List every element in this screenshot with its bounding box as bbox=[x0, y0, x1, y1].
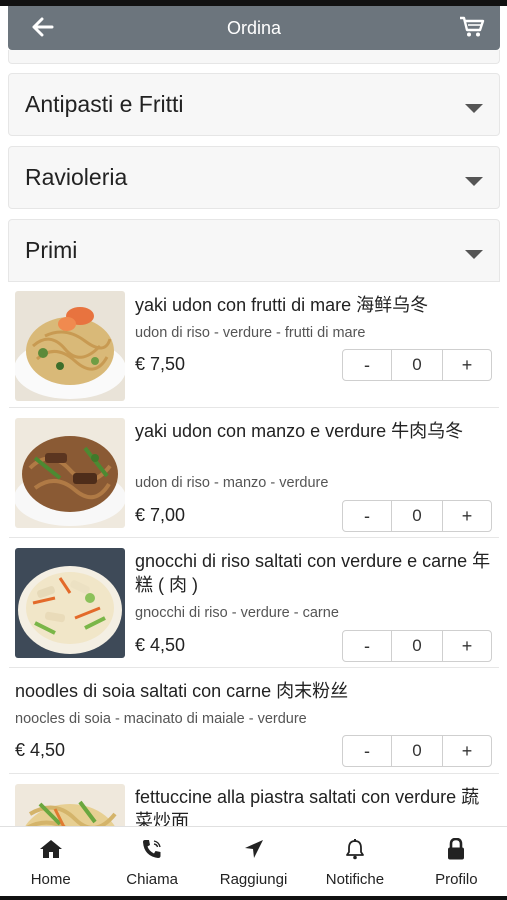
bell-icon bbox=[343, 837, 367, 861]
nav-label: Profilo bbox=[435, 871, 478, 888]
nav-label: Home bbox=[30, 871, 71, 888]
chevron-down-icon bbox=[465, 250, 483, 259]
dish-description: udon di riso - manzo - verdure bbox=[135, 475, 329, 491]
increase-button[interactable]: + bbox=[443, 350, 491, 380]
menu-content: Antipasti e Fritti Ravioleria Primi yaki… bbox=[0, 50, 507, 826]
decrease-button[interactable]: - bbox=[343, 736, 391, 766]
dish-description: gnocchi di riso - verdure - carne bbox=[135, 605, 339, 621]
dish-name: yaki udon con manzo e verdure 牛肉乌冬 bbox=[135, 421, 464, 441]
chevron-down-icon bbox=[465, 104, 483, 113]
category-antipasti[interactable]: Antipasti e Fritti bbox=[8, 73, 500, 136]
nav-label: Raggiungi bbox=[219, 871, 288, 888]
chevron-down-icon bbox=[465, 177, 483, 186]
category-panel-previous bbox=[8, 50, 500, 64]
location-arrow-icon bbox=[242, 837, 266, 861]
nav-notifiche[interactable]: Notifiche bbox=[304, 827, 405, 896]
quantity-value: 0 bbox=[391, 736, 443, 766]
increase-button[interactable]: + bbox=[443, 631, 491, 661]
nav-home[interactable]: Home bbox=[0, 827, 101, 896]
bottom-navigation: Home Chiama Raggiungi Notifiche Profilo bbox=[0, 826, 507, 896]
dish-image bbox=[15, 548, 125, 658]
dish-price: € 4,50 bbox=[15, 740, 66, 760]
dish-description: udon di riso - verdure - frutti di mare bbox=[135, 325, 366, 341]
dish-name: fettuccine alla piastra saltati con verd… bbox=[135, 787, 480, 826]
dish-item: yaki udon con manzo e verdure 牛肉乌冬 udon … bbox=[9, 408, 499, 538]
nav-raggiungi[interactable]: Raggiungi bbox=[203, 827, 304, 896]
dish-description: noocles di soia - macinato di maiale - v… bbox=[15, 711, 307, 727]
dish-image bbox=[15, 418, 125, 528]
quantity-value: 0 bbox=[391, 631, 443, 661]
dish-price: € 7,00 bbox=[135, 505, 186, 525]
quantity-stepper: - 0 + bbox=[342, 500, 492, 532]
dish-image bbox=[15, 784, 125, 826]
lock-icon bbox=[444, 837, 468, 861]
increase-button[interactable]: + bbox=[443, 501, 491, 531]
quantity-stepper: - 0 + bbox=[342, 735, 492, 767]
dish-item: noodles di soia saltati con carne 肉末粉丝 n… bbox=[9, 668, 499, 774]
dish-item: fettuccine alla piastra saltati con verd… bbox=[9, 774, 499, 826]
nav-profilo[interactable]: Profilo bbox=[406, 827, 507, 896]
dish-name: noodles di soia saltati con carne 肉末粉丝 bbox=[15, 681, 349, 701]
phone-icon bbox=[140, 837, 164, 861]
category-primi[interactable]: Primi bbox=[8, 219, 500, 282]
quantity-stepper: - 0 + bbox=[342, 349, 492, 381]
bottom-edge bbox=[0, 896, 507, 900]
dish-item: yaki udon con frutti di mare 海鲜乌冬 udon d… bbox=[9, 282, 499, 408]
decrease-button[interactable]: - bbox=[343, 501, 391, 531]
category-title: Antipasti e Fritti bbox=[25, 91, 184, 117]
nav-chiama[interactable]: Chiama bbox=[101, 827, 202, 896]
page-title: Ordina bbox=[226, 17, 282, 38]
dish-price: € 4,50 bbox=[135, 635, 186, 655]
dish-name: gnocchi di riso saltati con verdure e ca… bbox=[135, 551, 491, 595]
arrow-left-icon[interactable] bbox=[30, 14, 56, 40]
dish-price: € 7,50 bbox=[135, 354, 186, 374]
increase-button[interactable]: + bbox=[443, 736, 491, 766]
decrease-button[interactable]: - bbox=[343, 631, 391, 661]
dish-image bbox=[15, 291, 125, 401]
category-title: Ravioleria bbox=[25, 164, 128, 190]
app-header: Ordina bbox=[8, 6, 500, 50]
dish-name: yaki udon con frutti di mare 海鲜乌冬 bbox=[135, 295, 429, 315]
dish-item: gnocchi di riso saltati con verdure e ca… bbox=[9, 538, 499, 668]
nav-label: Notifiche bbox=[325, 871, 385, 888]
quantity-value: 0 bbox=[391, 501, 443, 531]
nav-label: Chiama bbox=[126, 871, 178, 888]
category-title: Primi bbox=[25, 237, 78, 263]
shopping-cart-icon[interactable] bbox=[458, 14, 486, 40]
quantity-value: 0 bbox=[391, 350, 443, 380]
decrease-button[interactable]: - bbox=[343, 350, 391, 380]
quantity-stepper: - 0 + bbox=[342, 630, 492, 662]
home-icon bbox=[39, 837, 63, 861]
category-ravioleria[interactable]: Ravioleria bbox=[8, 146, 500, 209]
